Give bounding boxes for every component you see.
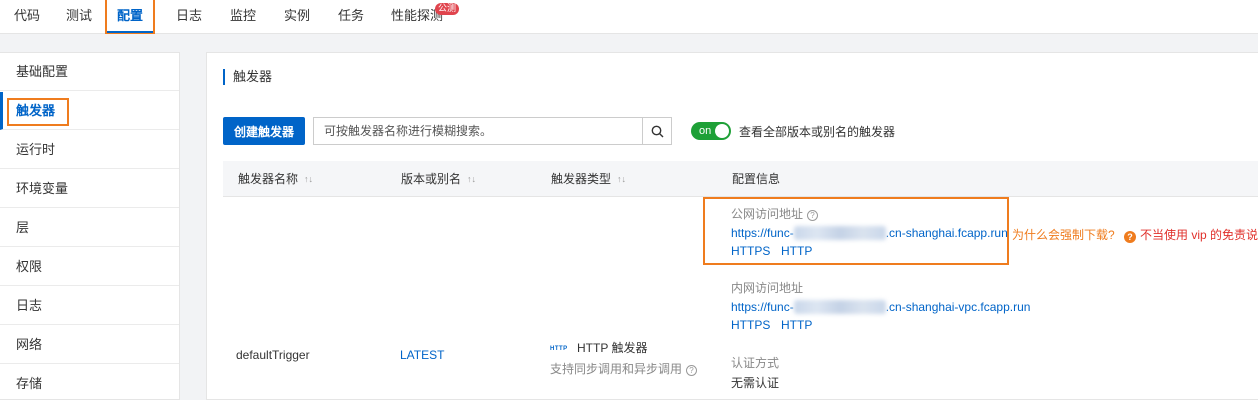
sidebar-item-layers[interactable]: 层: [0, 209, 179, 247]
sort-icon: ↑↓: [617, 174, 627, 184]
search-button[interactable]: [642, 117, 672, 145]
column-trigger-type[interactable]: 触发器类型 ↑↓: [551, 161, 626, 197]
trigger-name: defaultTrigger: [236, 348, 310, 362]
table-header: 触发器名称 ↑↓ 版本或别名 ↑↓ 触发器类型 ↑↓ 配置信息: [223, 161, 1258, 197]
internal-http-link[interactable]: HTTP: [781, 318, 812, 332]
vip-warning-note: 不当使用 vip 的免责说明: [1140, 228, 1258, 242]
auth-label: 认证方式: [731, 356, 780, 370]
beta-badge: 公测: [435, 3, 460, 15]
highlight-box: [7, 98, 69, 126]
internal-url-link[interactable]: https://func- .cn-shanghai-vpc.fcapp.run: [731, 300, 1030, 314]
internal-url-prefix: https://func-: [731, 300, 794, 314]
trigger-type-desc-text: 支持同步调用和异步调用: [550, 362, 683, 376]
why-download-text: 为什么会强制下载?: [1012, 228, 1115, 242]
sort-icon: ↑↓: [467, 174, 477, 184]
column-version-label: 版本或别名: [401, 172, 462, 186]
version-link[interactable]: LATEST: [400, 348, 444, 362]
column-trigger-type-label: 触发器类型: [551, 172, 612, 186]
tab-logs[interactable]: 日志: [174, 0, 204, 33]
toggle-knob: [715, 124, 729, 138]
internal-url-suffix: .cn-shanghai-vpc.fcapp.run: [885, 300, 1031, 314]
tab-monitor[interactable]: 监控: [228, 0, 258, 33]
toggle-description: 查看全部版本或别名的触发器: [739, 125, 896, 139]
internal-address-label: 内网访问地址: [731, 281, 804, 295]
redacted-blur: [793, 300, 886, 314]
sidebar-item-runtime[interactable]: 运行时: [0, 131, 179, 169]
sidebar-item-basic-config[interactable]: 基础配置: [0, 53, 179, 91]
column-version[interactable]: 版本或别名 ↑↓: [401, 161, 476, 197]
top-tab-bar: 代码 测试 配置 日志 监控 实例 任务 性能探测 公测: [0, 0, 1258, 35]
sidebar-item-storage[interactable]: 存储: [0, 365, 179, 403]
trigger-type-label: HTTP 触发器: [577, 341, 648, 355]
tab-performance-probe[interactable]: 性能探测 公测: [389, 0, 460, 33]
trigger-type-desc: 支持同步调用和异步调用?: [550, 360, 698, 377]
sidebar-item-logs[interactable]: 日志: [0, 287, 179, 325]
question-icon[interactable]: ?: [1124, 231, 1137, 243]
auth-value: 无需认证: [731, 376, 780, 390]
toggle-on-label: on: [699, 125, 712, 137]
why-download-note: 为什么会强制下载? ?: [1012, 226, 1137, 243]
sort-icon: ↑↓: [304, 174, 314, 184]
search-icon: [651, 125, 664, 138]
section-title: 触发器: [223, 69, 272, 85]
internal-https-link[interactable]: HTTPS: [731, 318, 770, 332]
column-config-info: 配置信息: [732, 172, 781, 186]
column-trigger-name[interactable]: 触发器名称 ↑↓: [238, 161, 313, 197]
sidebar-item-env-vars[interactable]: 环境变量: [0, 170, 179, 208]
tab-code[interactable]: 代码: [12, 0, 42, 33]
sidebar-item-network[interactable]: 网络: [0, 326, 179, 364]
sidebar-item-permissions[interactable]: 权限: [0, 248, 179, 286]
tab-instances[interactable]: 实例: [282, 0, 312, 33]
highlight-box: [703, 197, 1009, 265]
show-all-versions-toggle[interactable]: on: [691, 122, 731, 140]
column-trigger-name-label: 触发器名称: [238, 172, 299, 186]
create-trigger-button[interactable]: 创建触发器: [223, 117, 305, 145]
trigger-search-input[interactable]: [313, 117, 643, 145]
help-icon[interactable]: ?: [686, 365, 698, 376]
config-sidebar: 基础配置 触发器 运行时 环境变量 层 权限 日志 网络 存储: [0, 52, 180, 400]
tab-test[interactable]: 测试: [64, 0, 94, 33]
http-icon: HTTP: [550, 346, 568, 352]
tab-config[interactable]: 配置: [104, 0, 156, 35]
tab-tasks[interactable]: 任务: [336, 0, 366, 33]
trigger-type: HTTP HTTP 触发器: [550, 339, 647, 356]
